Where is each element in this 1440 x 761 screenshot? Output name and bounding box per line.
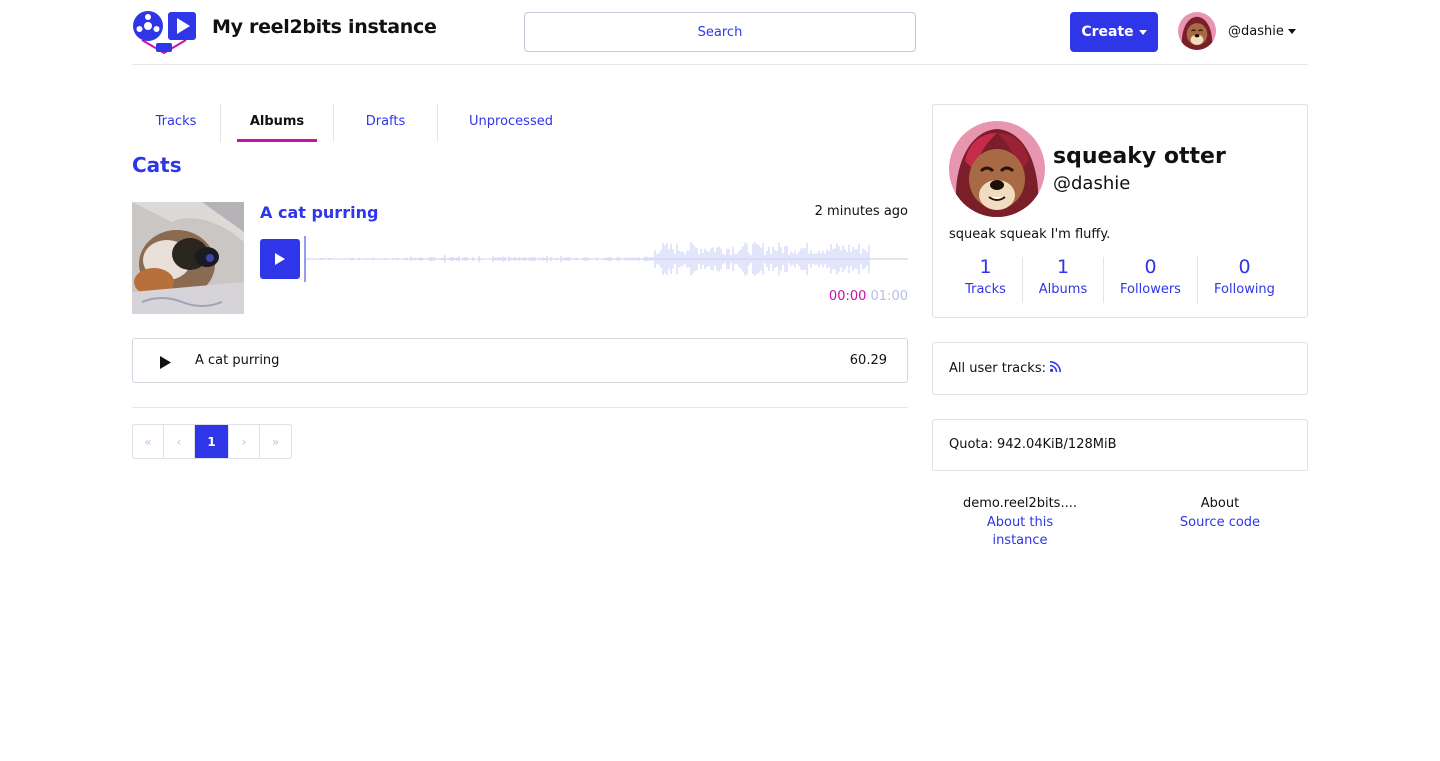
rss-card: All user tracks: [932,342,1308,395]
display-name: squeaky otter [1053,144,1226,169]
current-time: 00:00 [828,289,867,304]
tab-unprocessed[interactable]: Unprocessed [438,104,584,142]
track-title-link[interactable]: A cat purring [260,203,378,222]
track-list-item-title[interactable]: A cat purring [195,353,279,368]
footer-instance: demo.reel2bits.... About this instance [932,495,1108,551]
search-input[interactable] [524,12,916,52]
divider [132,407,908,408]
rss-icon[interactable] [1049,361,1061,376]
chevron-down-icon [1138,29,1147,35]
stat-value: 1 [979,256,992,278]
waveform[interactable] [304,236,908,282]
stat-value: 0 [1238,256,1251,278]
album-title[interactable]: Cats [132,153,182,177]
play-button[interactable] [260,239,300,279]
first-page-button[interactable]: « [133,425,164,458]
user-handle: @dashie [1053,173,1131,194]
create-label: Create [1081,24,1134,40]
next-page-button[interactable]: › [229,425,260,458]
source-code-link[interactable]: Source code [1132,514,1308,533]
last-page-button[interactable]: » [260,425,291,458]
stat-value: 1 [1056,256,1070,278]
user-dropdown[interactable]: @dashie [1178,12,1296,50]
stat-albums[interactable]: 1 Albums [1023,257,1104,303]
profile-card: squeaky otter @dashie squeak squeak I'm … [932,104,1308,318]
album-cover-image[interactable] [132,202,244,314]
profile-stats: 1 Tracks 1 Albums 0 Followers 0 Followin… [949,257,1291,303]
playback-position: 00:00 01:00 [829,289,908,304]
track-list-item-duration: 60.29 [849,353,887,368]
create-button[interactable]: Create [1070,12,1158,52]
about-instance-link[interactable]: About this instance [932,514,1108,551]
footer-about: About Source code [1132,495,1308,532]
chevron-down-icon [1287,28,1296,34]
stat-label: Following [1214,281,1275,297]
stat-label: Followers [1120,281,1181,297]
user-bio: squeak squeak I'm fluffy. [949,227,1111,242]
top-navbar: My reel2bits instance Create @dashie [132,0,1308,65]
username-label: @dashie [1228,24,1296,39]
stat-following[interactable]: 0 Following [1198,257,1291,303]
album-track-list: A cat purring 60.29 [132,338,908,383]
stat-label: Tracks [965,281,1006,297]
about-heading: About [1200,496,1240,511]
profile-tabs: Tracks Albums Drafts Unprocessed [132,104,584,142]
rss-label: All user tracks: [949,361,1046,376]
avatar [1178,12,1216,50]
track-timestamp: 2 minutes ago [814,204,908,219]
stat-tracks[interactable]: 1 Tracks [949,257,1023,303]
username-text: @dashie [1228,23,1284,39]
tab-tracks[interactable]: Tracks [132,104,221,142]
stat-followers[interactable]: 0 Followers [1104,257,1198,303]
profile-avatar[interactable] [949,121,1045,217]
quota-text: Quota: 942.04KiB/128MiB [949,437,1117,452]
stat-label: Albums [1038,281,1088,297]
total-duration: 01:00 [870,289,908,304]
stat-value: 0 [1144,256,1157,278]
tab-albums[interactable]: Albums [221,104,334,142]
pagination: « ‹ 1 › » [132,424,292,459]
reel2bits-logo[interactable] [132,9,198,55]
quota-card: Quota: 942.04KiB/128MiB [932,419,1308,471]
rss-row: All user tracks: [949,361,1061,376]
play-icon [275,253,285,265]
prev-page-button[interactable]: ‹ [164,425,195,458]
play-icon[interactable] [159,354,171,373]
tab-drafts[interactable]: Drafts [334,104,438,142]
instance-domain: demo.reel2bits.... [963,496,1077,511]
instance-title[interactable]: My reel2bits instance [212,16,437,38]
page-number-button[interactable]: 1 [195,425,229,458]
